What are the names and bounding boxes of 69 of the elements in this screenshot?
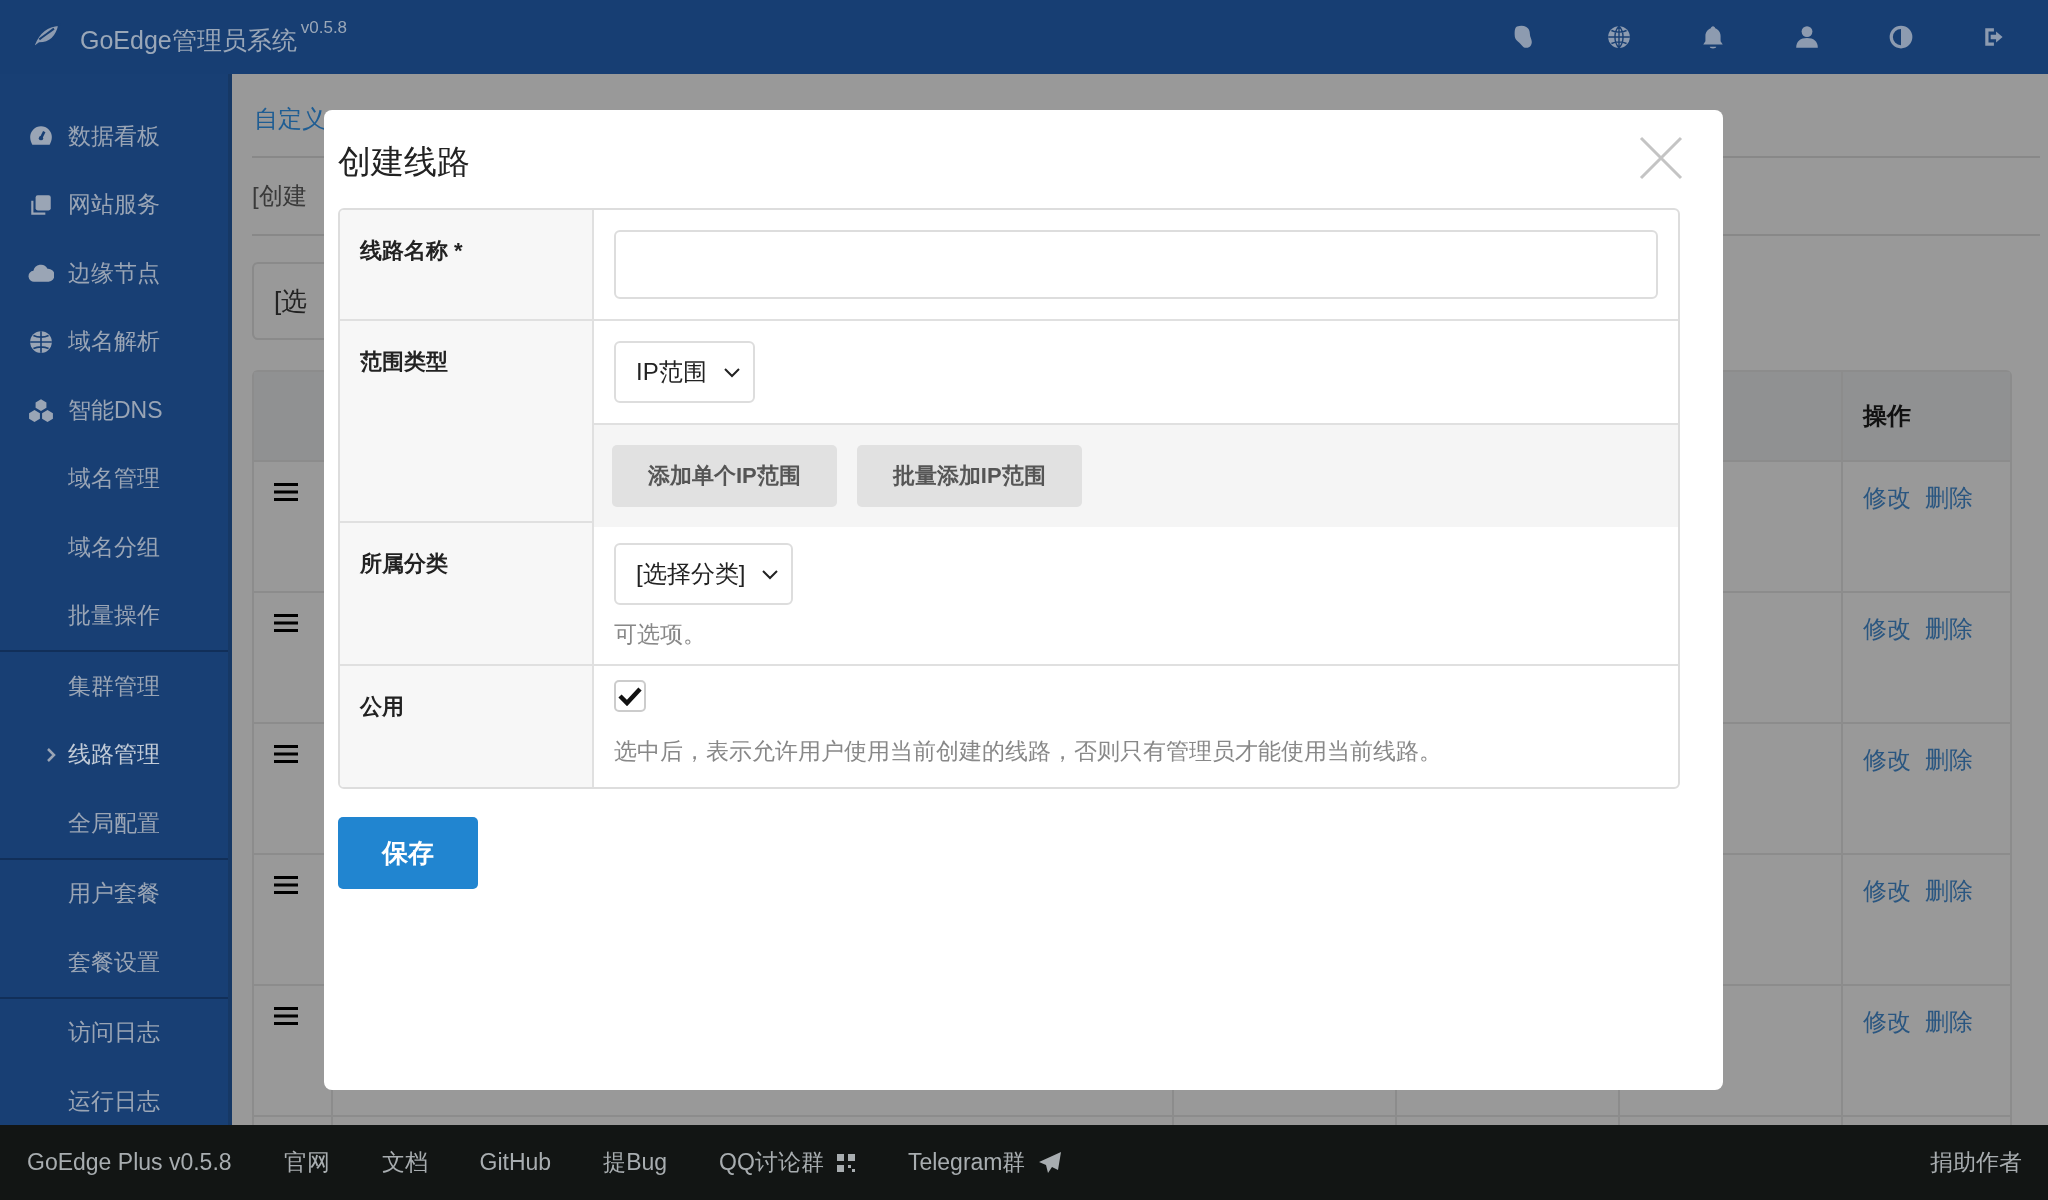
- add-range-button[interactable]: 批量添加IP范围: [856, 445, 1082, 507]
- sidebar-item[interactable]: 网站服务: [0, 170, 228, 239]
- dialog-title: 创建线路: [338, 142, 470, 182]
- sidebar-item[interactable]: 智能DNS: [0, 376, 228, 445]
- drag-handle-icon: [274, 482, 298, 502]
- action-link[interactable]: 删除: [1925, 877, 1973, 904]
- hint-text: 选中后，表示允许用户使用当前创建的线路，否则只有管理员才能使用当前线路。: [614, 737, 1443, 766]
- footer-link[interactable]: 官网: [283, 1147, 330, 1178]
- field-label: 范围类型: [360, 349, 448, 374]
- contrast-icon[interactable]: [1888, 24, 1914, 50]
- footer-link[interactable]: GitHub: [479, 1149, 552, 1176]
- action-link[interactable]: 修改: [1863, 615, 1911, 642]
- action-link[interactable]: 删除: [1925, 746, 1973, 773]
- globe-icon[interactable]: [1606, 24, 1632, 50]
- paper-plane-icon: [1037, 1150, 1062, 1175]
- sidebar-item[interactable]: 线路管理: [0, 720, 228, 789]
- checkmark-icon: [618, 686, 642, 706]
- sidebar-item[interactable]: 域名解析: [0, 307, 228, 376]
- sidebar-item[interactable]: 域名管理: [0, 444, 228, 513]
- sidebar-item[interactable]: 数据看板: [0, 102, 228, 171]
- sidebar-item[interactable]: 用户套餐: [0, 859, 228, 928]
- add-range-button[interactable]: 添加单个IP范围: [612, 445, 837, 507]
- sidebar-item[interactable]: 运行日志: [0, 1067, 228, 1125]
- sidebar-item[interactable]: 全局配置: [0, 789, 228, 858]
- field-label: 公用: [360, 694, 404, 719]
- footer-link[interactable]: 文档: [381, 1147, 428, 1178]
- sidebar-item[interactable]: 域名分组: [0, 513, 228, 582]
- footer-link[interactable]: GoEdge Plus v0.5.8: [27, 1149, 232, 1176]
- dropdown-select[interactable]: [选择分类]: [614, 543, 794, 605]
- sidebar-item[interactable]: 集群管理: [0, 652, 228, 721]
- create-link[interactable]: [创建: [252, 180, 307, 212]
- checkbox[interactable]: [614, 680, 646, 712]
- sidebar-item[interactable]: 访问日志: [0, 998, 228, 1067]
- chevron-down-icon: [722, 366, 741, 378]
- field-label: 线路名称 *: [360, 238, 463, 263]
- breadcrumb-link[interactable]: 自定义: [254, 103, 326, 135]
- globe-icon: [28, 328, 54, 355]
- cubes-icon: [28, 397, 54, 424]
- drag-handle-icon: [274, 1006, 298, 1026]
- action-link[interactable]: 修改: [1863, 746, 1911, 773]
- donate-link[interactable]: 捐助作者: [1930, 1147, 2022, 1178]
- field-label: 所属分类: [360, 551, 448, 576]
- action-link[interactable]: 修改: [1863, 1008, 1911, 1035]
- name-input[interactable]: [614, 230, 1658, 299]
- action-link[interactable]: 删除: [1925, 1008, 1973, 1035]
- footer-link[interactable]: QQ讨论群: [719, 1147, 856, 1178]
- action-link[interactable]: 删除: [1925, 615, 1973, 642]
- dropdown-select[interactable]: IP范围: [614, 341, 755, 403]
- drag-handle-icon: [274, 613, 298, 633]
- action-link[interactable]: 删除: [1925, 484, 1973, 511]
- chevron-down-icon: [761, 568, 780, 580]
- qr-code-icon: [835, 1152, 856, 1173]
- app-title[interactable]: GoEdge管理员系统: [80, 23, 297, 57]
- footer-link[interactable]: Telegram群: [907, 1147, 1062, 1178]
- sidebar-item[interactable]: 边缘节点: [0, 239, 228, 308]
- chevron-right-icon: [46, 746, 56, 763]
- footer-link[interactable]: 提Bug: [603, 1147, 668, 1178]
- drag-handle-icon: [274, 875, 298, 895]
- sidebar-item[interactable]: 批量操作: [0, 581, 228, 650]
- hint-text: 可选项。: [614, 620, 707, 649]
- sidebar-item[interactable]: 套餐设置: [0, 928, 228, 997]
- column-header: 操作: [1863, 402, 1911, 429]
- version-label: v0.5.8: [300, 17, 348, 38]
- save-button[interactable]: 保存: [338, 817, 478, 889]
- action-link[interactable]: 修改: [1863, 877, 1911, 904]
- drag-handle-icon: [274, 744, 298, 764]
- bell-icon[interactable]: [1700, 24, 1726, 50]
- action-link[interactable]: 修改: [1863, 484, 1911, 511]
- user-icon[interactable]: [1794, 24, 1820, 50]
